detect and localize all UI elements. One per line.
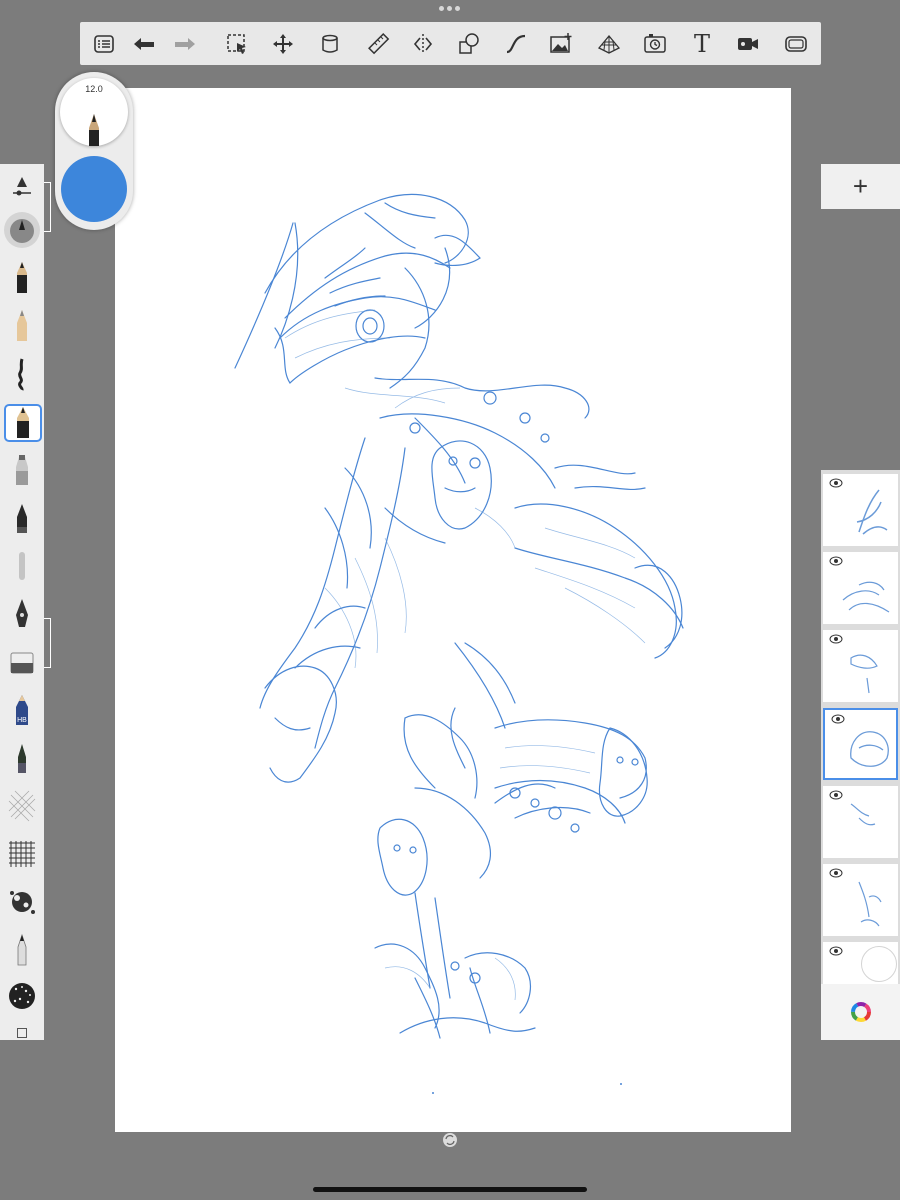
layer-2-thumbnail: [842, 581, 890, 613]
hb-pencil-brush-icon[interactable]: HB: [4, 692, 40, 728]
current-color-swatch[interactable]: [61, 156, 127, 222]
marker-brush-icon[interactable]: [4, 452, 40, 488]
multitasking-dots[interactable]: [439, 6, 463, 14]
layer-5[interactable]: [823, 786, 898, 858]
ruler-icon[interactable]: [363, 28, 395, 60]
shapes-icon[interactable]: [453, 28, 485, 60]
background-color-swatch[interactable]: [861, 946, 897, 982]
pencil-tip-icon: [89, 114, 99, 146]
light-pencil-brush-icon[interactable]: [4, 308, 40, 344]
hatch-texture-icon[interactable]: [4, 788, 40, 824]
record-video-icon[interactable]: [732, 28, 764, 60]
layer-4-thumbnail: [850, 731, 889, 767]
left-panel-handle-bottom[interactable]: [44, 618, 51, 668]
curve-icon[interactable]: [500, 28, 532, 60]
layer-2[interactable]: [823, 552, 898, 624]
fountain-pen-brush-icon[interactable]: [4, 740, 40, 776]
splatter-texture-icon[interactable]: [4, 884, 40, 920]
eye-icon[interactable]: [829, 946, 843, 956]
brush-puck-popup: 12.0: [55, 72, 133, 230]
selection-icon[interactable]: [221, 28, 253, 60]
brush-preview-button[interactable]: [4, 212, 40, 248]
layer-6-thumbnail: [858, 881, 882, 927]
undo-icon[interactable]: [128, 28, 160, 60]
color-wheel-icon[interactable]: [850, 1001, 872, 1023]
drawing-canvas[interactable]: [115, 88, 791, 1132]
grid-texture-icon[interactable]: [4, 836, 40, 872]
more-brushes-icon[interactable]: [17, 1028, 27, 1038]
brush-size-value: 12.0: [85, 84, 103, 94]
layer-5-thumbnail: [850, 803, 876, 826]
layer-list: [821, 470, 900, 1040]
blue-line-sketch: [234, 193, 684, 1094]
fine-liner-icon[interactable]: [4, 932, 40, 968]
home-indicator[interactable]: [313, 1187, 587, 1192]
time-lapse-icon[interactable]: [639, 28, 671, 60]
menu-list-icon[interactable]: [88, 28, 120, 60]
fill-bucket-icon[interactable]: [314, 28, 346, 60]
noise-texture-icon[interactable]: [4, 978, 40, 1014]
felt-pen-brush-icon[interactable]: [4, 500, 40, 536]
background-layer[interactable]: [823, 942, 898, 988]
hb-label: HB: [17, 717, 27, 724]
perspective-icon[interactable]: [593, 28, 625, 60]
layers-panel: +: [821, 164, 900, 1040]
pencil-brush-selected-icon[interactable]: [4, 404, 42, 442]
eraser-brush-icon[interactable]: [4, 644, 40, 680]
layer-3-thumbnail: [850, 654, 878, 694]
canvas-rotate-icon[interactable]: [441, 1131, 459, 1149]
color-editor-tile[interactable]: [821, 984, 900, 1040]
left-panel-handle-top[interactable]: [44, 182, 51, 232]
redo-icon[interactable]: [169, 28, 201, 60]
active-brush-preview-icon: [10, 219, 34, 243]
ink-drip-brush-icon[interactable]: [4, 356, 40, 392]
smudge-stick-icon[interactable]: [4, 548, 40, 584]
layer-3[interactable]: [823, 630, 898, 702]
pencil-brush-icon[interactable]: [4, 260, 40, 296]
brush-properties-icon[interactable]: [4, 170, 40, 206]
layer-6[interactable]: [823, 864, 898, 936]
text-icon[interactable]: T: [686, 28, 718, 60]
transform-icon[interactable]: [267, 28, 299, 60]
layer-1[interactable]: [823, 474, 898, 546]
top-toolbar: T: [80, 22, 821, 65]
symmetry-icon[interactable]: [407, 28, 439, 60]
fullscreen-icon[interactable]: [780, 28, 812, 60]
add-layer-button[interactable]: +: [821, 164, 900, 209]
brush-size-knob[interactable]: 12.0: [60, 78, 128, 146]
layer-1-thumbnail: [856, 489, 888, 535]
brush-library-panel: HB: [0, 164, 44, 1040]
layer-4[interactable]: [823, 708, 898, 780]
add-image-icon[interactable]: [545, 28, 577, 60]
nib-pen-brush-icon[interactable]: [4, 596, 40, 632]
